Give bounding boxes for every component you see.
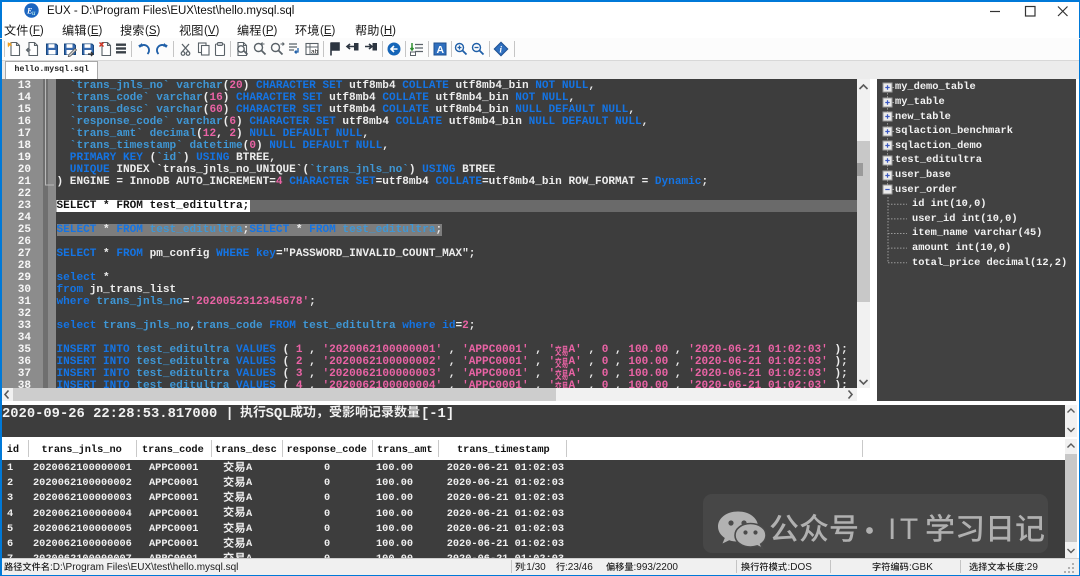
svg-text:u: u [32, 9, 36, 17]
svg-text:ab: ab [311, 49, 319, 56]
svg-text:A: A [437, 44, 445, 56]
